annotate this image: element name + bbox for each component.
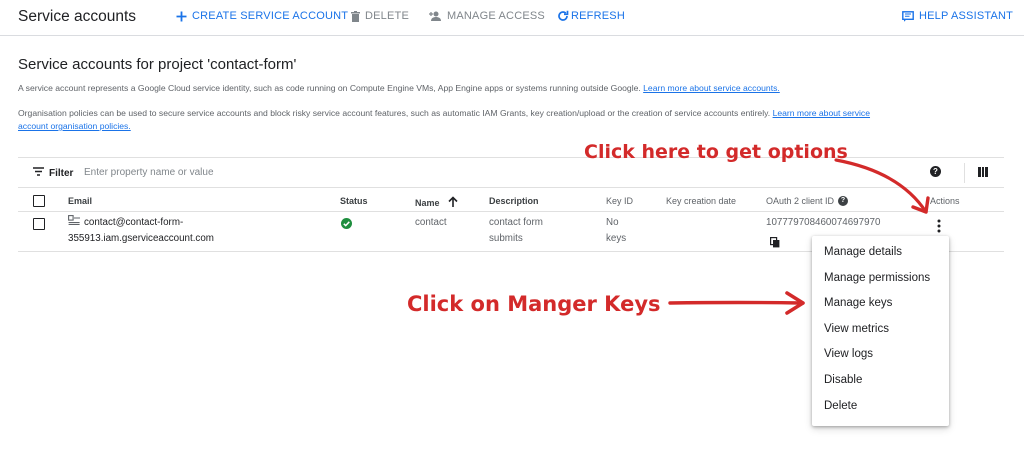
arrow-to-actions — [834, 158, 930, 214]
annotation-arrows — [668, 158, 930, 315]
arrow-to-manage-keys — [668, 291, 805, 315]
